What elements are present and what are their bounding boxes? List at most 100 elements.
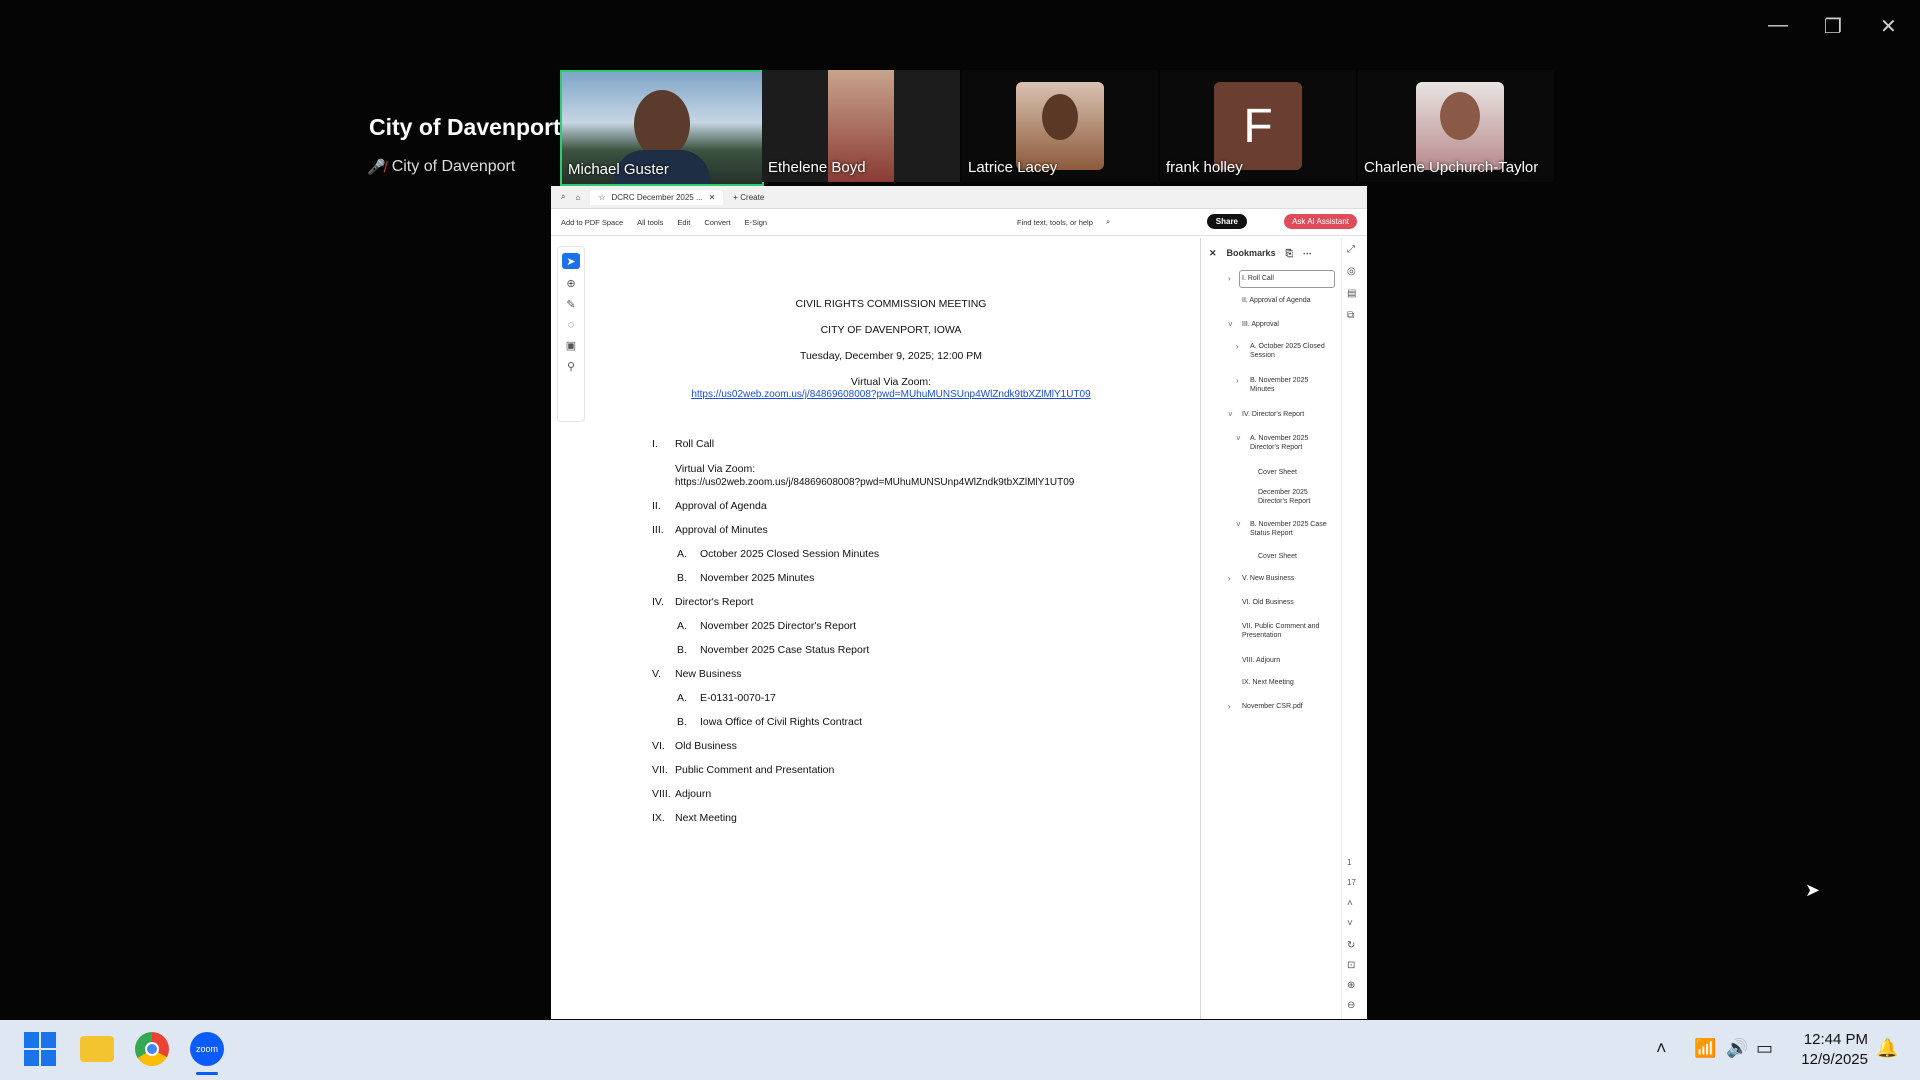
chevron-right-icon[interactable]: ›	[1228, 702, 1231, 711]
agenda-number: B.	[677, 716, 687, 728]
file-explorer-icon[interactable]	[80, 1036, 114, 1062]
volume-icon[interactable]: 🔊	[1726, 1038, 1748, 1059]
lasso-icon[interactable]: ◌	[568, 319, 575, 331]
bookmark-item[interactable]: VI. Old Business	[1242, 598, 1331, 607]
chevron-right-icon[interactable]: ›	[1236, 342, 1239, 351]
chevron-down-icon[interactable]: ˅	[1236, 520, 1241, 529]
pages-icon[interactable]: ⧉	[1347, 310, 1354, 321]
convert-menu[interactable]: Convert	[704, 218, 730, 227]
add-to-pdf-button[interactable]: Add to PDF Space	[561, 218, 623, 227]
minimize-icon[interactable]: —	[1768, 14, 1788, 37]
bookmark-item[interactable]: A. November 2025 Director's Report	[1250, 434, 1331, 452]
expand-icon[interactable]: ⤢	[1347, 244, 1355, 255]
comment-icon[interactable]: ◎	[1347, 266, 1356, 277]
home-icon[interactable]: ⌂	[575, 193, 580, 202]
bookmark-item[interactable]: Cover Sheet	[1258, 552, 1331, 561]
participant-tile[interactable]: Michael Guster	[560, 70, 764, 186]
bookmark-item[interactable]: V. New Business	[1242, 574, 1331, 583]
bookmark-add-icon[interactable]: ⎘	[1286, 248, 1293, 259]
chevron-up-icon[interactable]: ˄	[1656, 1038, 1667, 1059]
share-button[interactable]: Share	[1206, 214, 1247, 229]
new-tab-button[interactable]: + Create	[733, 193, 764, 202]
host-subtitle-text: City of Davenport	[391, 158, 516, 175]
bookmark-item[interactable]: Cover Sheet	[1258, 468, 1331, 477]
chevron-right-icon[interactable]: ›	[1228, 274, 1231, 283]
right-rail: ⤢ ◎ ▤ ⧉ 1 17 ˄ ˅ ↻ ⊡ ⊕ ⊖	[1341, 238, 1364, 1019]
more-icon[interactable]: ⋯	[1303, 248, 1312, 259]
doc-virtual: Virtual Via Zoom:	[850, 376, 932, 388]
close-panel-icon[interactable]: ✕	[1209, 248, 1217, 259]
zoom-out-icon[interactable]: ⊖	[1347, 1000, 1355, 1011]
windows-start-icon[interactable]	[24, 1032, 58, 1066]
zoom-tool-icon[interactable]: ⊕	[566, 277, 575, 290]
bookmark-item[interactable]: IX. Next Meeting	[1242, 678, 1331, 687]
ai-assistant-button[interactable]: Ask AI Assistant	[1284, 214, 1357, 229]
agenda-number: A.	[677, 620, 687, 632]
text-box-icon[interactable]: ▣	[566, 339, 576, 352]
agenda-number: IX.	[652, 812, 665, 824]
page-up-icon[interactable]: ˄	[1347, 898, 1353, 909]
bookmark-item[interactable]: III. Approval	[1242, 320, 1331, 329]
bookmark-item[interactable]: VIII. Adjourn	[1242, 656, 1331, 665]
participant-name: Latrice Lacey	[968, 159, 1058, 176]
agenda-text: October 2025 Closed Session Minutes	[700, 548, 880, 560]
select-cursor-icon[interactable]: ➤	[562, 253, 580, 269]
chevron-down-icon[interactable]: ˅	[1228, 410, 1233, 419]
refresh-icon[interactable]: ↻	[1347, 940, 1355, 951]
participant-tile[interactable]: Latrice Lacey	[962, 70, 1158, 182]
participant-tile[interactable]: Ethelene Boyd	[762, 70, 960, 182]
chevron-right-icon[interactable]: ›	[1228, 574, 1231, 583]
chevron-down-icon[interactable]: ˅	[1236, 434, 1241, 443]
agenda-number: VIII.	[652, 788, 671, 800]
agenda-number: A.	[677, 548, 687, 560]
bookmark-item[interactable]: VII. Public Comment and Presentation	[1242, 622, 1331, 640]
search-icon[interactable]: ⌕	[1106, 217, 1110, 227]
bookmark-item[interactable]: B. November 2025 Minutes	[1250, 376, 1331, 394]
shared-screen[interactable]: ⌕ ⌂ ☆ DCRC December 2025 ... ✕ + Create …	[551, 186, 1367, 1019]
zoom-app-icon[interactable]: zoom	[190, 1032, 224, 1066]
bookmark-item[interactable]: December 2025 Director's Report	[1258, 488, 1331, 506]
close-tab-icon[interactable]: ✕	[709, 193, 716, 202]
tab-document[interactable]: ☆ DCRC December 2025 ... ✕	[590, 189, 724, 205]
zoom-link[interactable]: https://us02web.zoom.us/j/84869608008?pw…	[591, 389, 1191, 400]
edit-menu[interactable]: Edit	[677, 218, 690, 227]
participant-name: Charlene Upchurch-Taylor	[1364, 159, 1539, 176]
pdf-page: CIVIL RIGHTS COMMISSION MEETING CITY OF …	[591, 238, 1191, 1019]
bookmark-item[interactable]: II. Approval of Agenda	[1242, 296, 1331, 305]
bookmarks-panel: ✕ Bookmarks ⎘ ⋯ I. Roll Call › II. Approva…	[1201, 238, 1336, 1019]
agenda-text: Approval of Agenda	[675, 500, 767, 512]
bookmark-item[interactable]: November CSR.pdf	[1242, 702, 1331, 711]
find-field[interactable]: Find text, tools, or help	[1017, 218, 1093, 227]
chevron-right-icon[interactable]: ›	[1236, 376, 1239, 385]
agenda-text: Roll Call	[675, 438, 715, 450]
notification-icon[interactable]: 🔔	[1876, 1038, 1898, 1059]
chevron-down-icon[interactable]: ˅	[1228, 320, 1233, 329]
bookmark-item[interactable]: A. October 2025 Closed Session	[1250, 342, 1331, 360]
agenda-number: II.	[652, 500, 661, 512]
bookmark-item[interactable]: IV. Director's Report	[1242, 410, 1331, 419]
agenda-text: E-0131-0070-17	[700, 692, 776, 704]
esign-menu[interactable]: E-Sign	[745, 218, 768, 227]
chrome-icon[interactable]	[135, 1032, 169, 1066]
all-tools-menu[interactable]: All tools	[637, 218, 663, 227]
agenda-number: V.	[652, 668, 661, 680]
bookmark-item[interactable]: B. November 2025 Case Status Report	[1250, 520, 1331, 538]
participant-initial-avatar: F	[1214, 82, 1302, 170]
battery-icon[interactable]: ▭	[1756, 1038, 1773, 1059]
participant-tile[interactable]: F frank holley	[1160, 70, 1356, 182]
agenda-number: B.	[677, 644, 687, 656]
close-icon[interactable]: ✕	[1880, 14, 1897, 39]
system-clock[interactable]: 12:44 PM 12/9/2025	[1801, 1030, 1868, 1070]
bookmark-panel-icon[interactable]: ▤	[1347, 288, 1356, 299]
participant-tile[interactable]: Charlene Upchurch-Taylor	[1358, 70, 1554, 182]
page-down-icon[interactable]: ˅	[1347, 918, 1353, 929]
agenda-number: VII.	[652, 764, 668, 776]
search-icon[interactable]: ⌕	[561, 192, 565, 202]
stamp-icon[interactable]: ⚲	[567, 360, 575, 373]
fit-page-icon[interactable]: ⊡	[1347, 960, 1355, 971]
zoom-in-icon[interactable]: ⊕	[1347, 980, 1355, 991]
wifi-icon[interactable]: 📶	[1694, 1038, 1716, 1059]
bookmark-item[interactable]: I. Roll Call	[1242, 274, 1331, 283]
pen-icon[interactable]: ✎	[566, 298, 575, 311]
restore-icon[interactable]: ❐	[1824, 14, 1842, 39]
